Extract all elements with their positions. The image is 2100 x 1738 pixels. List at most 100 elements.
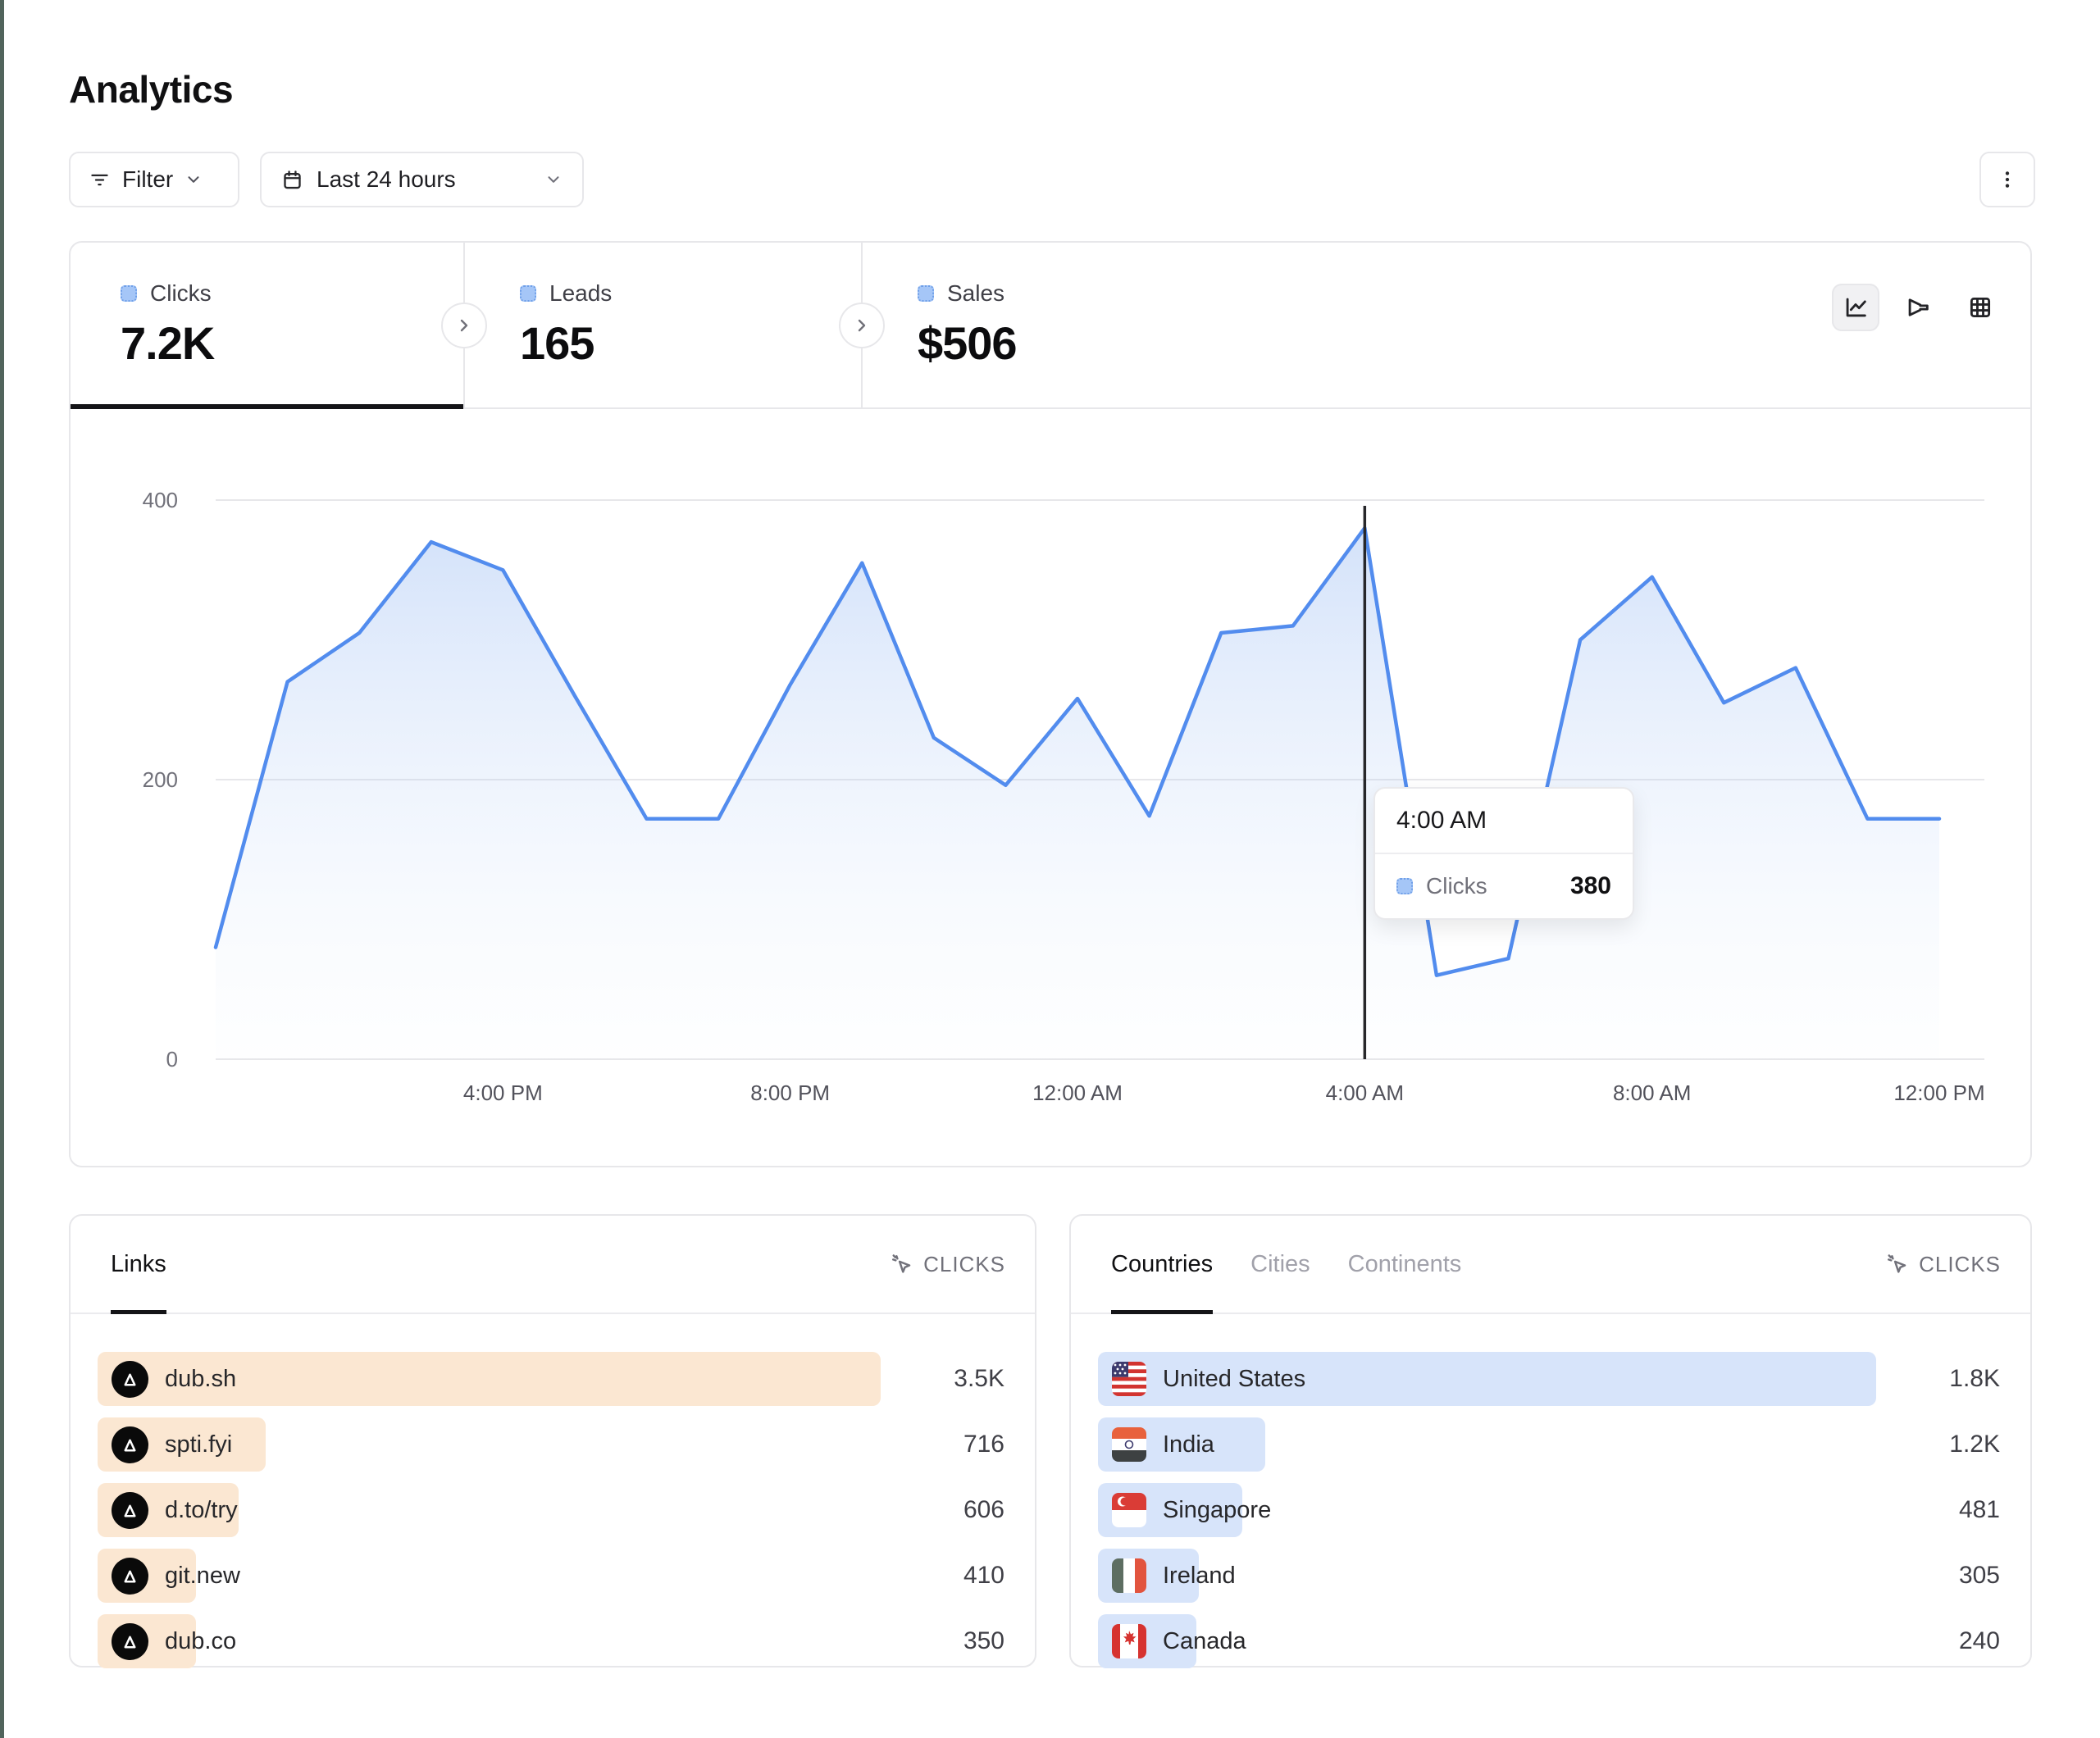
leads-legend-swatch (520, 285, 536, 302)
tooltip-time: 4:00 AM (1375, 789, 1633, 854)
tooltip-row: Clicks 380 (1375, 854, 1633, 918)
country-value: 1.8K (1949, 1352, 2000, 1406)
table-grid-toggle-button[interactable] (1957, 284, 2004, 331)
tab-links[interactable]: Links (111, 1216, 166, 1313)
stat-label: Clicks (150, 280, 212, 307)
countries-panel-header: Countries Cities Continents CLICKS (1071, 1216, 2030, 1314)
country-value: 481 (1959, 1483, 2000, 1537)
flag-us-icon (1112, 1362, 1146, 1396)
more-options-button[interactable] (1979, 152, 2035, 207)
kebab-menu-icon (1997, 169, 2018, 190)
countries-metric-switch[interactable]: CLICKS (1884, 1252, 2001, 1277)
stat-label: Sales (947, 280, 1004, 307)
x-axis-label: 4:00 PM (463, 1081, 543, 1105)
expand-stat-button[interactable] (839, 303, 885, 348)
country-label: Ireland (1163, 1563, 1236, 1590)
analytics-page: Analytics Filter Last 24 hours Clicks7.2… (0, 0, 2100, 1738)
link-value: 716 (963, 1417, 1004, 1472)
link-row[interactable]: git.new 410 (98, 1549, 1008, 1603)
country-value: 305 (1959, 1549, 2000, 1603)
stat-value: 7.2K (121, 316, 463, 370)
filter-button[interactable]: Filter (69, 152, 239, 207)
countries-rows: United States 1.8K India 1.2K Singapore 481 Ir… (1098, 1352, 2003, 1680)
tooltip-value: 380 (1570, 872, 1611, 900)
link-row[interactable]: d.to/try 606 (98, 1483, 1008, 1537)
country-row[interactable]: India 1.2K (1098, 1417, 2003, 1472)
x-axis-label: 12:00 AM (1032, 1081, 1123, 1105)
country-label: Canada (1163, 1628, 1246, 1655)
link-label: dub.co (165, 1628, 236, 1655)
country-label: United States (1163, 1366, 1305, 1393)
row-content: dub.sh (98, 1352, 236, 1406)
link-row[interactable]: spti.fyi 716 (98, 1417, 1008, 1472)
sales-legend-swatch (918, 285, 934, 302)
link-row[interactable]: dub.co350 (98, 1614, 1008, 1668)
country-row[interactable]: Ireland 305 (1098, 1549, 2003, 1603)
stat-value: 165 (520, 316, 861, 370)
row-content: Singapore (1098, 1483, 1271, 1537)
filter-button-label: Filter (122, 166, 173, 193)
link-label: dub.sh (165, 1366, 236, 1393)
chevron-right-icon (454, 316, 474, 335)
links-panel: Links CLICKS dub.sh3.5K spti.fyi 716 d.to/t… (69, 1214, 1036, 1667)
line-chart-icon (1842, 293, 1870, 321)
country-value: 1.2K (1949, 1417, 2000, 1472)
date-range-button[interactable]: Last 24 hours (260, 152, 584, 207)
dub-logo-icon (112, 1361, 148, 1398)
expand-stat-button[interactable] (441, 303, 487, 348)
line-chart-toggle-button[interactable] (1832, 284, 1879, 331)
chevron-down-icon (544, 171, 563, 189)
country-row[interactable]: Canada 240 (1098, 1614, 2003, 1668)
stat-head: Leads (520, 280, 861, 307)
tab-cities[interactable]: Cities (1250, 1216, 1310, 1313)
tab-continents[interactable]: Continents (1348, 1216, 1462, 1313)
dub-logo-icon (112, 1623, 148, 1660)
row-content: United States (1098, 1352, 1305, 1406)
funnel-chart-toggle-button[interactable] (1894, 284, 1942, 331)
countries-metric-label: CLICKS (1919, 1252, 2001, 1277)
clicks-legend-swatch (121, 285, 137, 302)
tab-countries[interactable]: Countries (1111, 1216, 1213, 1313)
clicks-legend-swatch (1396, 878, 1413, 894)
stat-tab-leads[interactable]: Leads 165 (463, 243, 861, 407)
x-axis-label: 4:00 AM (1326, 1081, 1404, 1105)
window-edge-strip (0, 0, 4, 1738)
cursor-click-icon (1884, 1252, 1909, 1276)
country-row[interactable]: United States 1.8K (1098, 1352, 2003, 1406)
row-content: git.new (98, 1549, 240, 1603)
stat-tab-clicks[interactable]: Clicks 7.2K (71, 243, 463, 407)
flag-in-icon (1112, 1427, 1146, 1462)
dub-logo-icon (112, 1492, 148, 1529)
link-value: 606 (963, 1483, 1004, 1537)
clicks-area-fill (216, 528, 1939, 1059)
links-panel-header: Links CLICKS (71, 1216, 1035, 1314)
flag-ca-icon (1112, 1624, 1146, 1658)
calendar-icon (281, 169, 303, 191)
country-value: 240 (1959, 1614, 2000, 1668)
row-content: Ireland (1098, 1549, 1236, 1603)
chart-tooltip: 4:00 AM Clicks 380 (1373, 787, 1634, 920)
row-content: Canada (1098, 1614, 1246, 1668)
flag-sg-icon (1112, 1493, 1146, 1527)
link-row[interactable]: dub.sh3.5K (98, 1352, 1008, 1406)
filter-lines-icon (89, 169, 111, 191)
analytics-card: Clicks7.2KLeads165Sales$506 02004004:00 … (69, 241, 2032, 1167)
x-axis-label: 8:00 PM (750, 1081, 830, 1105)
link-value: 410 (963, 1549, 1004, 1603)
row-content: d.to/try (98, 1483, 238, 1537)
flag-ie-icon (1112, 1558, 1146, 1593)
date-range-label: Last 24 hours (317, 166, 456, 193)
country-row[interactable]: Singapore 481 (1098, 1483, 2003, 1537)
countries-panel: Countries Cities Continents CLICKS United … (1069, 1214, 2032, 1667)
link-label: spti.fyi (165, 1431, 232, 1458)
links-metric-switch[interactable]: CLICKS (889, 1252, 1005, 1277)
stat-head: Clicks (121, 280, 463, 307)
country-label: India (1163, 1431, 1214, 1458)
x-axis-label: 8:00 AM (1613, 1081, 1691, 1105)
link-label: git.new (165, 1563, 240, 1590)
clicks-chart[interactable]: 02004004:00 PM8:00 PM12:00 AM4:00 AM8:00… (71, 409, 2030, 1166)
row-content: India (1098, 1417, 1214, 1472)
links-metric-label: CLICKS (923, 1252, 1005, 1277)
tooltip-series-label: Clicks (1426, 873, 1487, 899)
link-label: d.to/try (165, 1497, 238, 1524)
